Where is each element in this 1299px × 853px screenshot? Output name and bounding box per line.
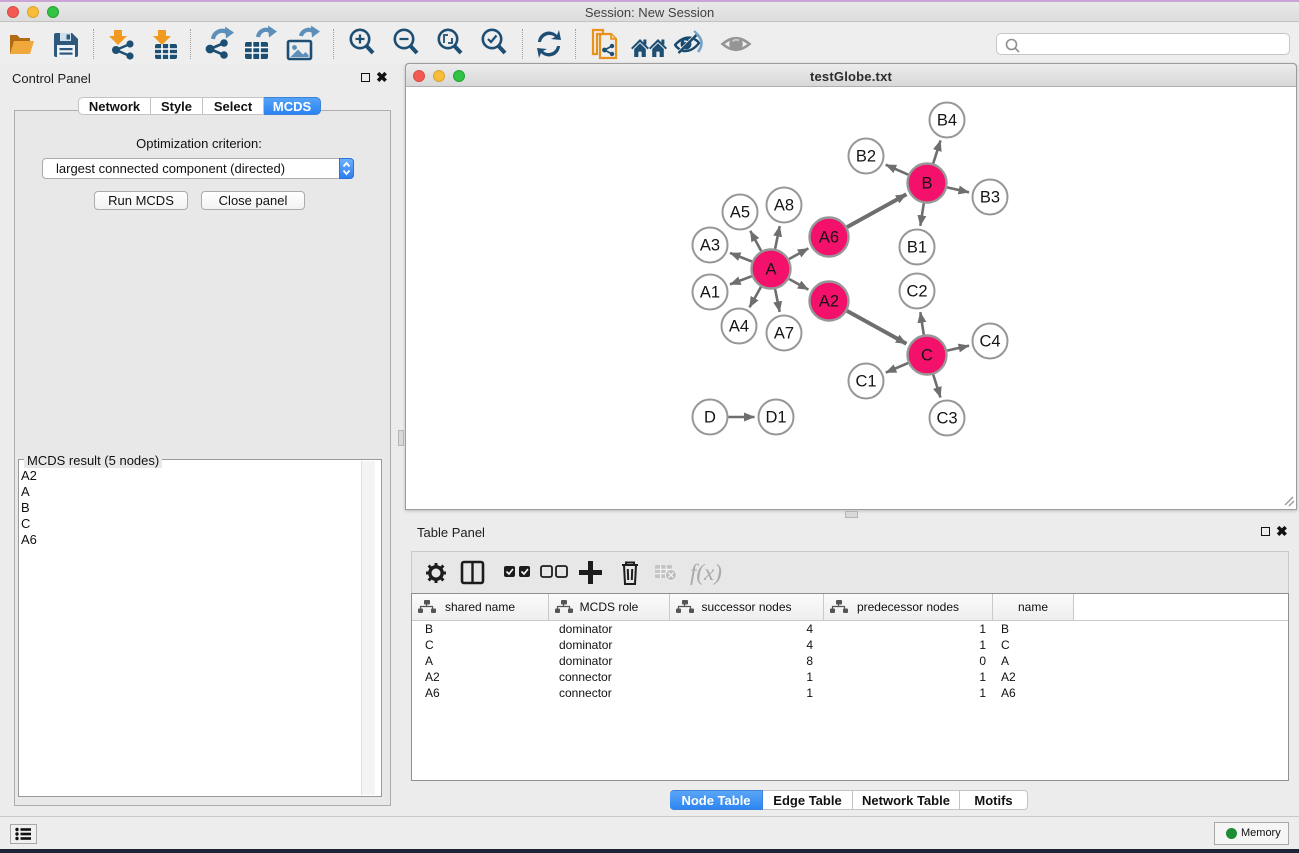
- svg-text:B1: B1: [907, 239, 927, 257]
- svg-text:C1: C1: [855, 373, 876, 391]
- svg-text:B2: B2: [856, 148, 876, 166]
- svg-text:A6: A6: [819, 229, 839, 247]
- svg-text:D1: D1: [765, 409, 786, 427]
- svg-text:B4: B4: [937, 112, 957, 130]
- svg-text:C: C: [921, 347, 933, 365]
- svg-text:B3: B3: [980, 189, 1000, 207]
- svg-text:A1: A1: [700, 284, 720, 302]
- svg-text:C3: C3: [936, 410, 957, 428]
- svg-text:A2: A2: [819, 293, 839, 311]
- svg-text:A7: A7: [774, 325, 794, 343]
- svg-text:A3: A3: [700, 237, 720, 255]
- svg-text:B: B: [921, 175, 932, 193]
- svg-text:A5: A5: [730, 204, 750, 222]
- svg-text:A: A: [765, 261, 776, 279]
- svg-text:D: D: [704, 409, 716, 427]
- svg-text:C4: C4: [979, 333, 1000, 351]
- svg-text:C2: C2: [906, 283, 927, 301]
- svg-text:f(x): f(x): [690, 560, 722, 585]
- svg-text:A8: A8: [774, 197, 794, 215]
- svg-text:A4: A4: [729, 318, 749, 336]
